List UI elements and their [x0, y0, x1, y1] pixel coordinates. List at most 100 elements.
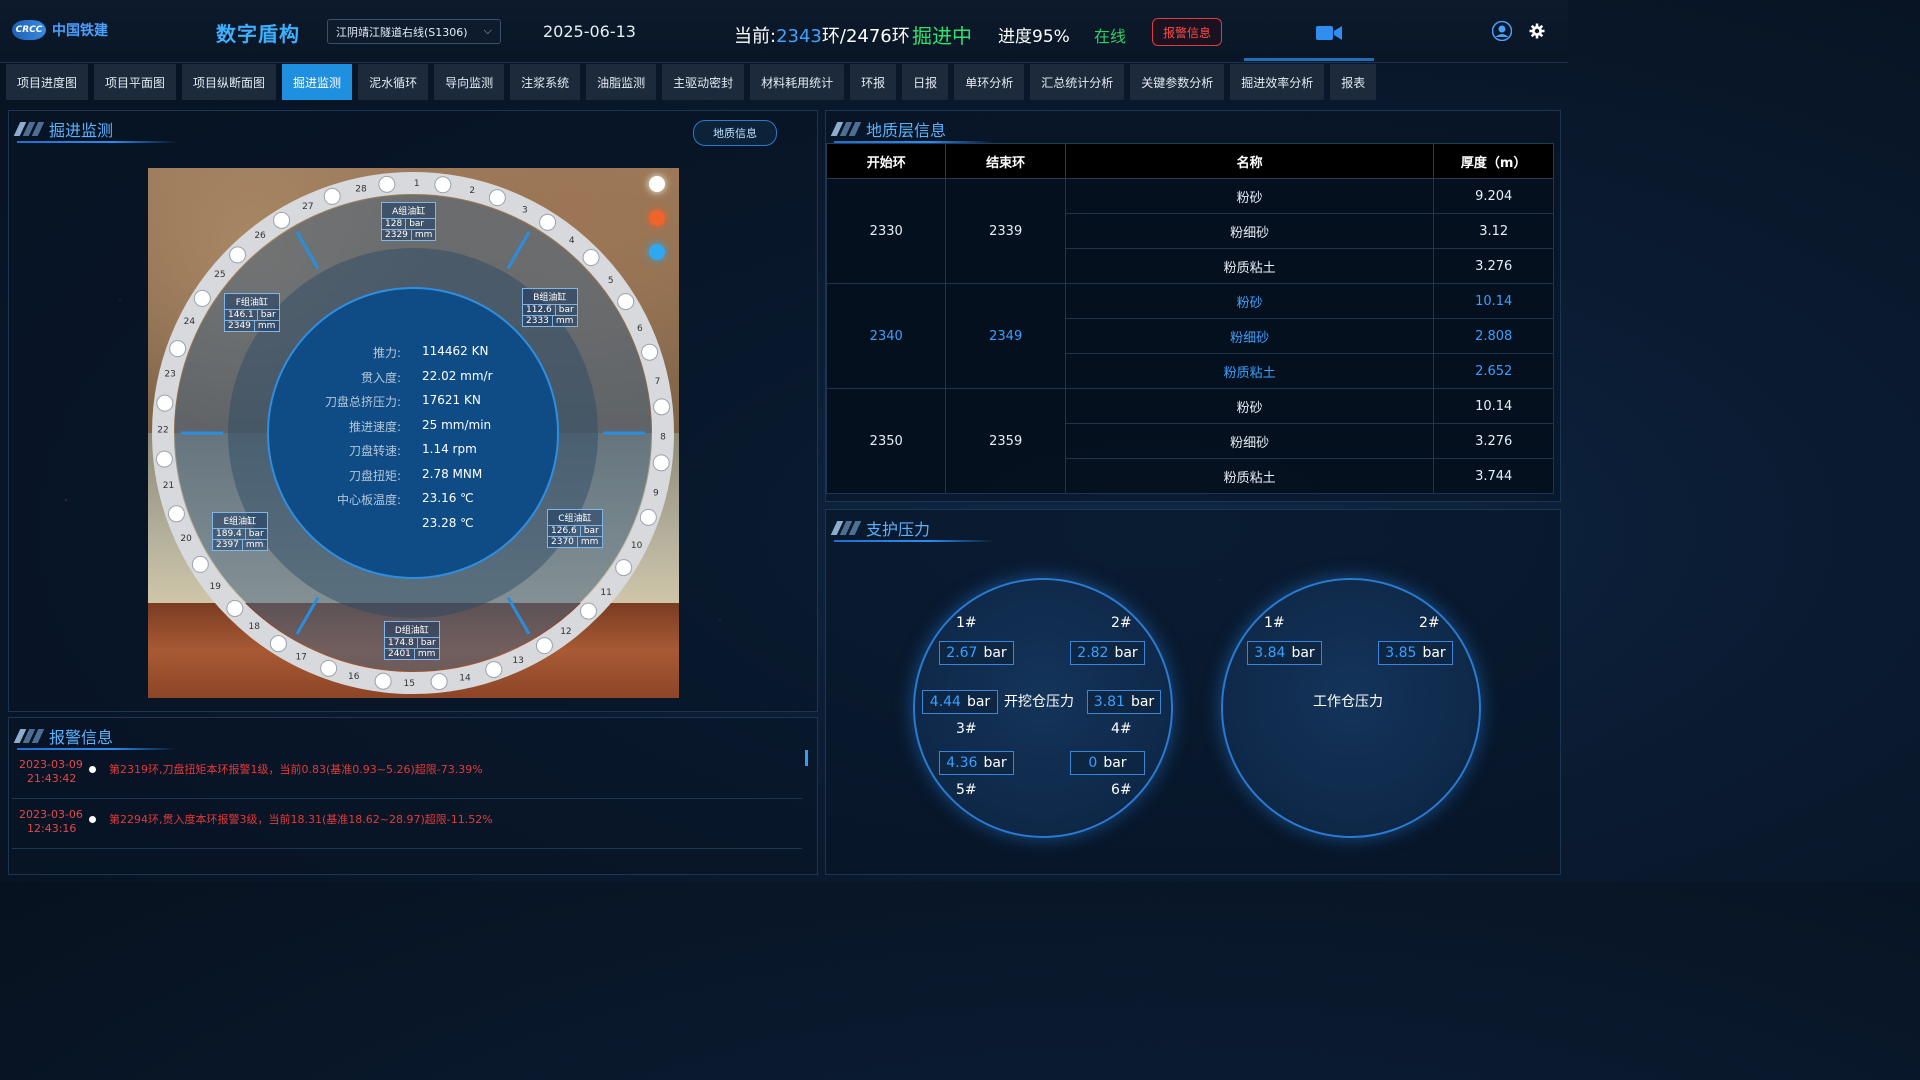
param-label: 推进速度: — [348, 419, 401, 434]
tunneling-params: 推力: 114462 KN 贯入度: 22.02 mm/r 刀盘总挤压力: 17621 K… — [148, 168, 679, 698]
gear-icon[interactable] — [1529, 23, 1545, 39]
layer-thickness: 10.14 — [1433, 283, 1554, 319]
alarm-item[interactable]: 2023-03-09 21:43:42 第2319环,刀盘扭矩本环报警1级，当前0.… — [19, 758, 483, 786]
chamber-position-label: 5# — [956, 782, 977, 798]
legend-dot — [649, 244, 665, 260]
alarm-divider — [12, 798, 802, 799]
tab-13[interactable]: 汇总统计分析 — [1030, 64, 1125, 100]
param-label: 中心板温度: — [336, 493, 401, 507]
layer-name: 粉砂 — [1064, 178, 1435, 214]
pressure-box-4: 3.81 bar — [1087, 690, 1161, 714]
pressure-unit: bar — [1291, 645, 1315, 661]
end-ring: 2359 — [945, 388, 1066, 494]
end-ring: 2339 — [945, 178, 1066, 284]
tab-1[interactable]: 项目平面图 — [94, 64, 177, 100]
excavation-chamber-label: 开挖仓压力 — [1004, 694, 1074, 710]
param-value: 23.16 ℃ — [422, 491, 474, 505]
alarm-date: 2023-03-09 — [19, 758, 83, 771]
tab-8[interactable]: 主驱动密封 — [662, 64, 745, 100]
alarm-scrollbar[interactable] — [805, 750, 808, 766]
geo-info-button[interactable]: 地质信息 — [693, 120, 777, 146]
geology-title: 地质层信息 — [866, 121, 947, 140]
param-label: 刀盘总挤压力: — [324, 395, 401, 409]
tab-15[interactable]: 掘进效率分析 — [1230, 64, 1325, 100]
tab-2[interactable]: 项目纵断面图 — [182, 64, 277, 100]
alarm-message: 第2294环,贯入度本环报警3级，当前18.31(基准18.62~28.97)超… — [109, 813, 493, 826]
layer-name: 粉质粘土 — [1064, 248, 1435, 284]
pressure-unit: bar — [966, 694, 991, 710]
bullet-icon — [89, 766, 96, 773]
alarm-info-button[interactable]: 报警信息 — [1152, 18, 1222, 46]
table-row: 2330 2339 粉砂 9.204 — [825, 178, 1554, 284]
current-date: 2025-06-13 — [543, 22, 636, 41]
layer-name: 粉砂 — [1064, 388, 1435, 424]
chamber-position-label: 1# — [956, 615, 977, 631]
pressure-box-3: 4.44 bar — [922, 690, 998, 714]
ring-prefix: 当前: — [734, 26, 777, 47]
main-tabs: 项目进度图 项目平面图 项目纵断面图 掘进监测 泥水循环 导向监测 注浆系统 油脂监测 主驱动密… — [6, 64, 1377, 100]
alarm-message: 第2319环,刀盘扭矩本环报警1级，当前0.83(基准0.93~5.26)超限-… — [109, 763, 483, 776]
pressure-value: 3.85 — [1385, 645, 1417, 661]
alarm-divider — [12, 848, 802, 849]
title-underline — [17, 748, 177, 750]
chevron-down-icon: ⌵ — [483, 24, 492, 37]
tab-3[interactable]: 掘进监测 — [282, 64, 353, 100]
panel-title: 掘进监测 — [13, 117, 113, 141]
tab-12[interactable]: 单环分析 — [954, 64, 1025, 100]
chamber-position-label: 4# — [1111, 721, 1132, 737]
param-label: 贯入度: — [360, 370, 401, 385]
title-underline — [17, 141, 177, 143]
user-avatar-icon[interactable] — [1492, 21, 1512, 41]
layer-thickness: 3.276 — [1433, 248, 1554, 284]
tab-7[interactable]: 油脂监测 — [586, 64, 657, 100]
layer-thickness: 3.12 — [1433, 213, 1554, 249]
alarm-time: 12:43:16 — [27, 822, 77, 835]
pressure-value: 4.44 — [929, 694, 961, 710]
tab-11[interactable]: 日报 — [902, 64, 949, 100]
tab-0[interactable]: 项目进度图 — [6, 64, 89, 100]
alarm-item[interactable]: 2023-03-06 12:43:16 第2294环,贯入度本环报警3级，当前18.… — [19, 808, 493, 836]
tab-6[interactable]: 注浆系统 — [510, 64, 581, 100]
tab-14[interactable]: 关键参数分析 — [1130, 64, 1225, 100]
param-value: 17621 KN — [422, 393, 481, 407]
pressure-box-6: 0 bar — [1070, 751, 1145, 775]
param-value: 114462 KN — [422, 344, 489, 358]
alarm-time: 21:43:42 — [27, 772, 77, 785]
title-stripes-icon — [13, 122, 45, 136]
pressure-unit: bar — [983, 645, 1007, 661]
tab-10[interactable]: 环报 — [850, 64, 897, 100]
table-row: 2350 2359 粉砂 10.14 — [825, 388, 1554, 494]
layer-name: 粉细砂 — [1064, 318, 1435, 354]
table-row: 2340 2349 粉砂 10.14 — [825, 283, 1554, 389]
start-ring: 2330 — [825, 178, 947, 284]
app-title: 数字盾构 — [216, 22, 300, 46]
layer-name: 粉质粘土 — [1064, 353, 1435, 389]
tab-16[interactable]: 报表 — [1330, 64, 1377, 100]
layer-thickness: 10.14 — [1433, 388, 1554, 424]
pressure-box-2: 2.82 bar — [1070, 641, 1145, 665]
video-camera-icon[interactable] — [1316, 24, 1342, 42]
legend-dot — [649, 210, 665, 226]
chamber-position-label: 1# — [1264, 615, 1285, 631]
table-header-cell: 开始环 — [825, 143, 947, 179]
company-name: 中国铁建 — [52, 23, 108, 39]
crcc-logo-icon: CRCC — [12, 20, 46, 40]
table-header-cell: 结束环 — [945, 143, 1066, 179]
layer-thickness: 2.808 — [1433, 318, 1554, 354]
working-pressure-box-2: 3.85 bar — [1378, 641, 1453, 665]
tab-9[interactable]: 材料耗用统计 — [750, 64, 845, 100]
param-label: 推力: — [372, 346, 401, 360]
project-select-value: 江阴靖江隧道右线(S1306) — [336, 25, 468, 39]
chamber-position-label: 6# — [1111, 782, 1132, 798]
geology-table: 开始环 结束环 名称 厚度（m） 2330 2339 粉砂 9.204 粉细砂 3.12 粉质粘土 3… — [825, 143, 1554, 494]
tab-4[interactable]: 泥水循环 — [358, 64, 429, 100]
start-ring: 2350 — [825, 388, 947, 494]
top-header: CRCC 中国铁建 数字盾构 江阴靖江隧道右线(S1306) ⌵ 2025-06… — [0, 0, 1568, 63]
tab-5[interactable]: 导向监测 — [434, 64, 505, 100]
table-header-cell: 名称 — [1064, 143, 1435, 179]
param-label: 刀盘扭矩: — [348, 468, 401, 483]
project-select[interactable]: 江阴靖江隧道右线(S1306) ⌵ — [327, 19, 501, 44]
pressure-value: 2.82 — [1077, 645, 1109, 661]
header-accent-line — [1244, 58, 1374, 61]
alarm-date: 2023-03-06 — [19, 808, 83, 821]
